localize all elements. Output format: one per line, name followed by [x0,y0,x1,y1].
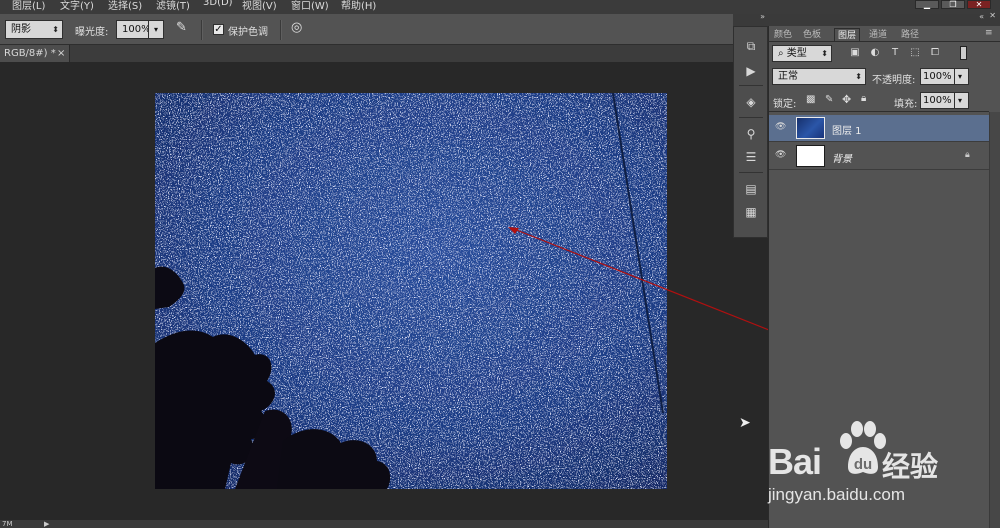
fill-label: 填充: [894,99,918,110]
filter-toggle[interactable] [960,46,967,60]
panel-header: « ✕ [768,11,1000,26]
smart-object-filter-icon[interactable]: ⧠ [928,46,942,60]
layer-name[interactable]: 图层 1 [832,122,862,137]
status-text: 7M [2,520,13,528]
layer-row-layer1[interactable]: 👁︎ 图层 1 [769,115,989,142]
blend-mode-dropdown[interactable]: 正常 ⬍ [772,68,866,85]
pixel-filter-icon[interactable]: ▣ [848,46,862,60]
opacity-value: 100% [923,71,952,82]
panel-dock: ⧉ ▶ ◈ ⚲ ☰ ▤ ▦ [733,26,768,238]
actions-play-icon[interactable]: ▶ [740,62,762,80]
adjustment-filter-icon[interactable]: ◐ [868,46,882,60]
adjustments-icon[interactable]: ☰ [740,148,762,166]
fill-dropdown-button[interactable]: ▾ [954,92,969,109]
shape-filter-icon[interactable]: ⬚ [908,46,922,60]
separator [739,85,763,86]
divider [769,111,989,112]
lock-label: 锁定: [773,99,797,110]
baidu-watermark: Bai du 经验 jingyan.baidu.com [766,417,998,517]
collapse-icon[interactable]: « [979,12,984,21]
filter-kind-value: 类型 [786,48,807,59]
fill-input[interactable]: 100% [920,92,954,109]
close-icon[interactable]: ✕ [989,11,996,20]
updown-icon: ⬍ [855,72,862,81]
opacity-label: 不透明度: [872,75,916,86]
panel-menu-icon[interactable]: ≡ [985,28,993,38]
status-bar: 7M ▶ [0,520,768,528]
brush-presets-icon[interactable]: ⚲ [740,125,762,143]
filter-kind-dropdown[interactable]: ⌕ 类型 ⬍ [772,45,832,62]
paw-logo-icon: du [840,421,886,474]
tab-color[interactable]: 颜色 [771,28,795,42]
tab-paths[interactable]: 路径 [898,28,922,42]
info-icon[interactable]: ▤ [740,180,762,198]
dock-header: » [733,12,768,26]
lock-all-icon[interactable]: 🔒︎ [861,93,866,104]
collapse-icon[interactable]: » [760,12,765,21]
separator [739,117,763,118]
tab-swatches[interactable]: 色板 [800,28,824,42]
opacity-input[interactable]: 100% [920,68,954,85]
lock-icon: 🔒︎ [965,150,970,160]
notes-icon[interactable]: ▦ [740,203,762,221]
separator [739,172,763,173]
lock-move-icon[interactable]: ✥ [842,93,851,106]
layer-row-background[interactable]: 👁︎ 背景 🔒︎ [769,143,989,170]
3d-icon[interactable]: ◈ [740,93,762,111]
fill-value: 100% [923,95,952,106]
layer-thumbnail [796,117,825,139]
search-icon: ⌕ [778,48,784,59]
watermark-url: jingyan.baidu.com [768,485,906,504]
blend-mode-value: 正常 [778,71,798,82]
move-cursor-icon: ➤ [739,415,751,431]
layer-thumbnail [796,145,825,167]
watermark-brand: Bai [768,441,822,482]
svg-text:du: du [854,456,872,473]
chevron-down-icon: ▾ [958,72,963,81]
tab-channels[interactable]: 通道 [866,28,890,42]
opacity-dropdown-button[interactable]: ▾ [954,68,969,85]
lock-paint-icon[interactable]: ✎ [825,94,833,105]
tab-divider [768,41,1000,42]
history-icon[interactable]: ⧉ [740,37,762,55]
eye-icon[interactable]: 👁︎ [775,122,786,132]
layer-name[interactable]: 背景 [832,150,852,165]
type-filter-icon[interactable]: T [888,46,902,60]
tab-layers[interactable]: 图层 [834,28,861,42]
watermark-brand-tail: 经验 [882,450,939,483]
updown-icon: ⬍ [821,49,828,58]
lock-transparent-icon[interactable]: ▩ [806,94,815,105]
chevron-down-icon: ▾ [958,96,963,105]
eye-icon[interactable]: 👁︎ [775,150,786,160]
status-menu-icon[interactable]: ▶ [44,520,49,528]
